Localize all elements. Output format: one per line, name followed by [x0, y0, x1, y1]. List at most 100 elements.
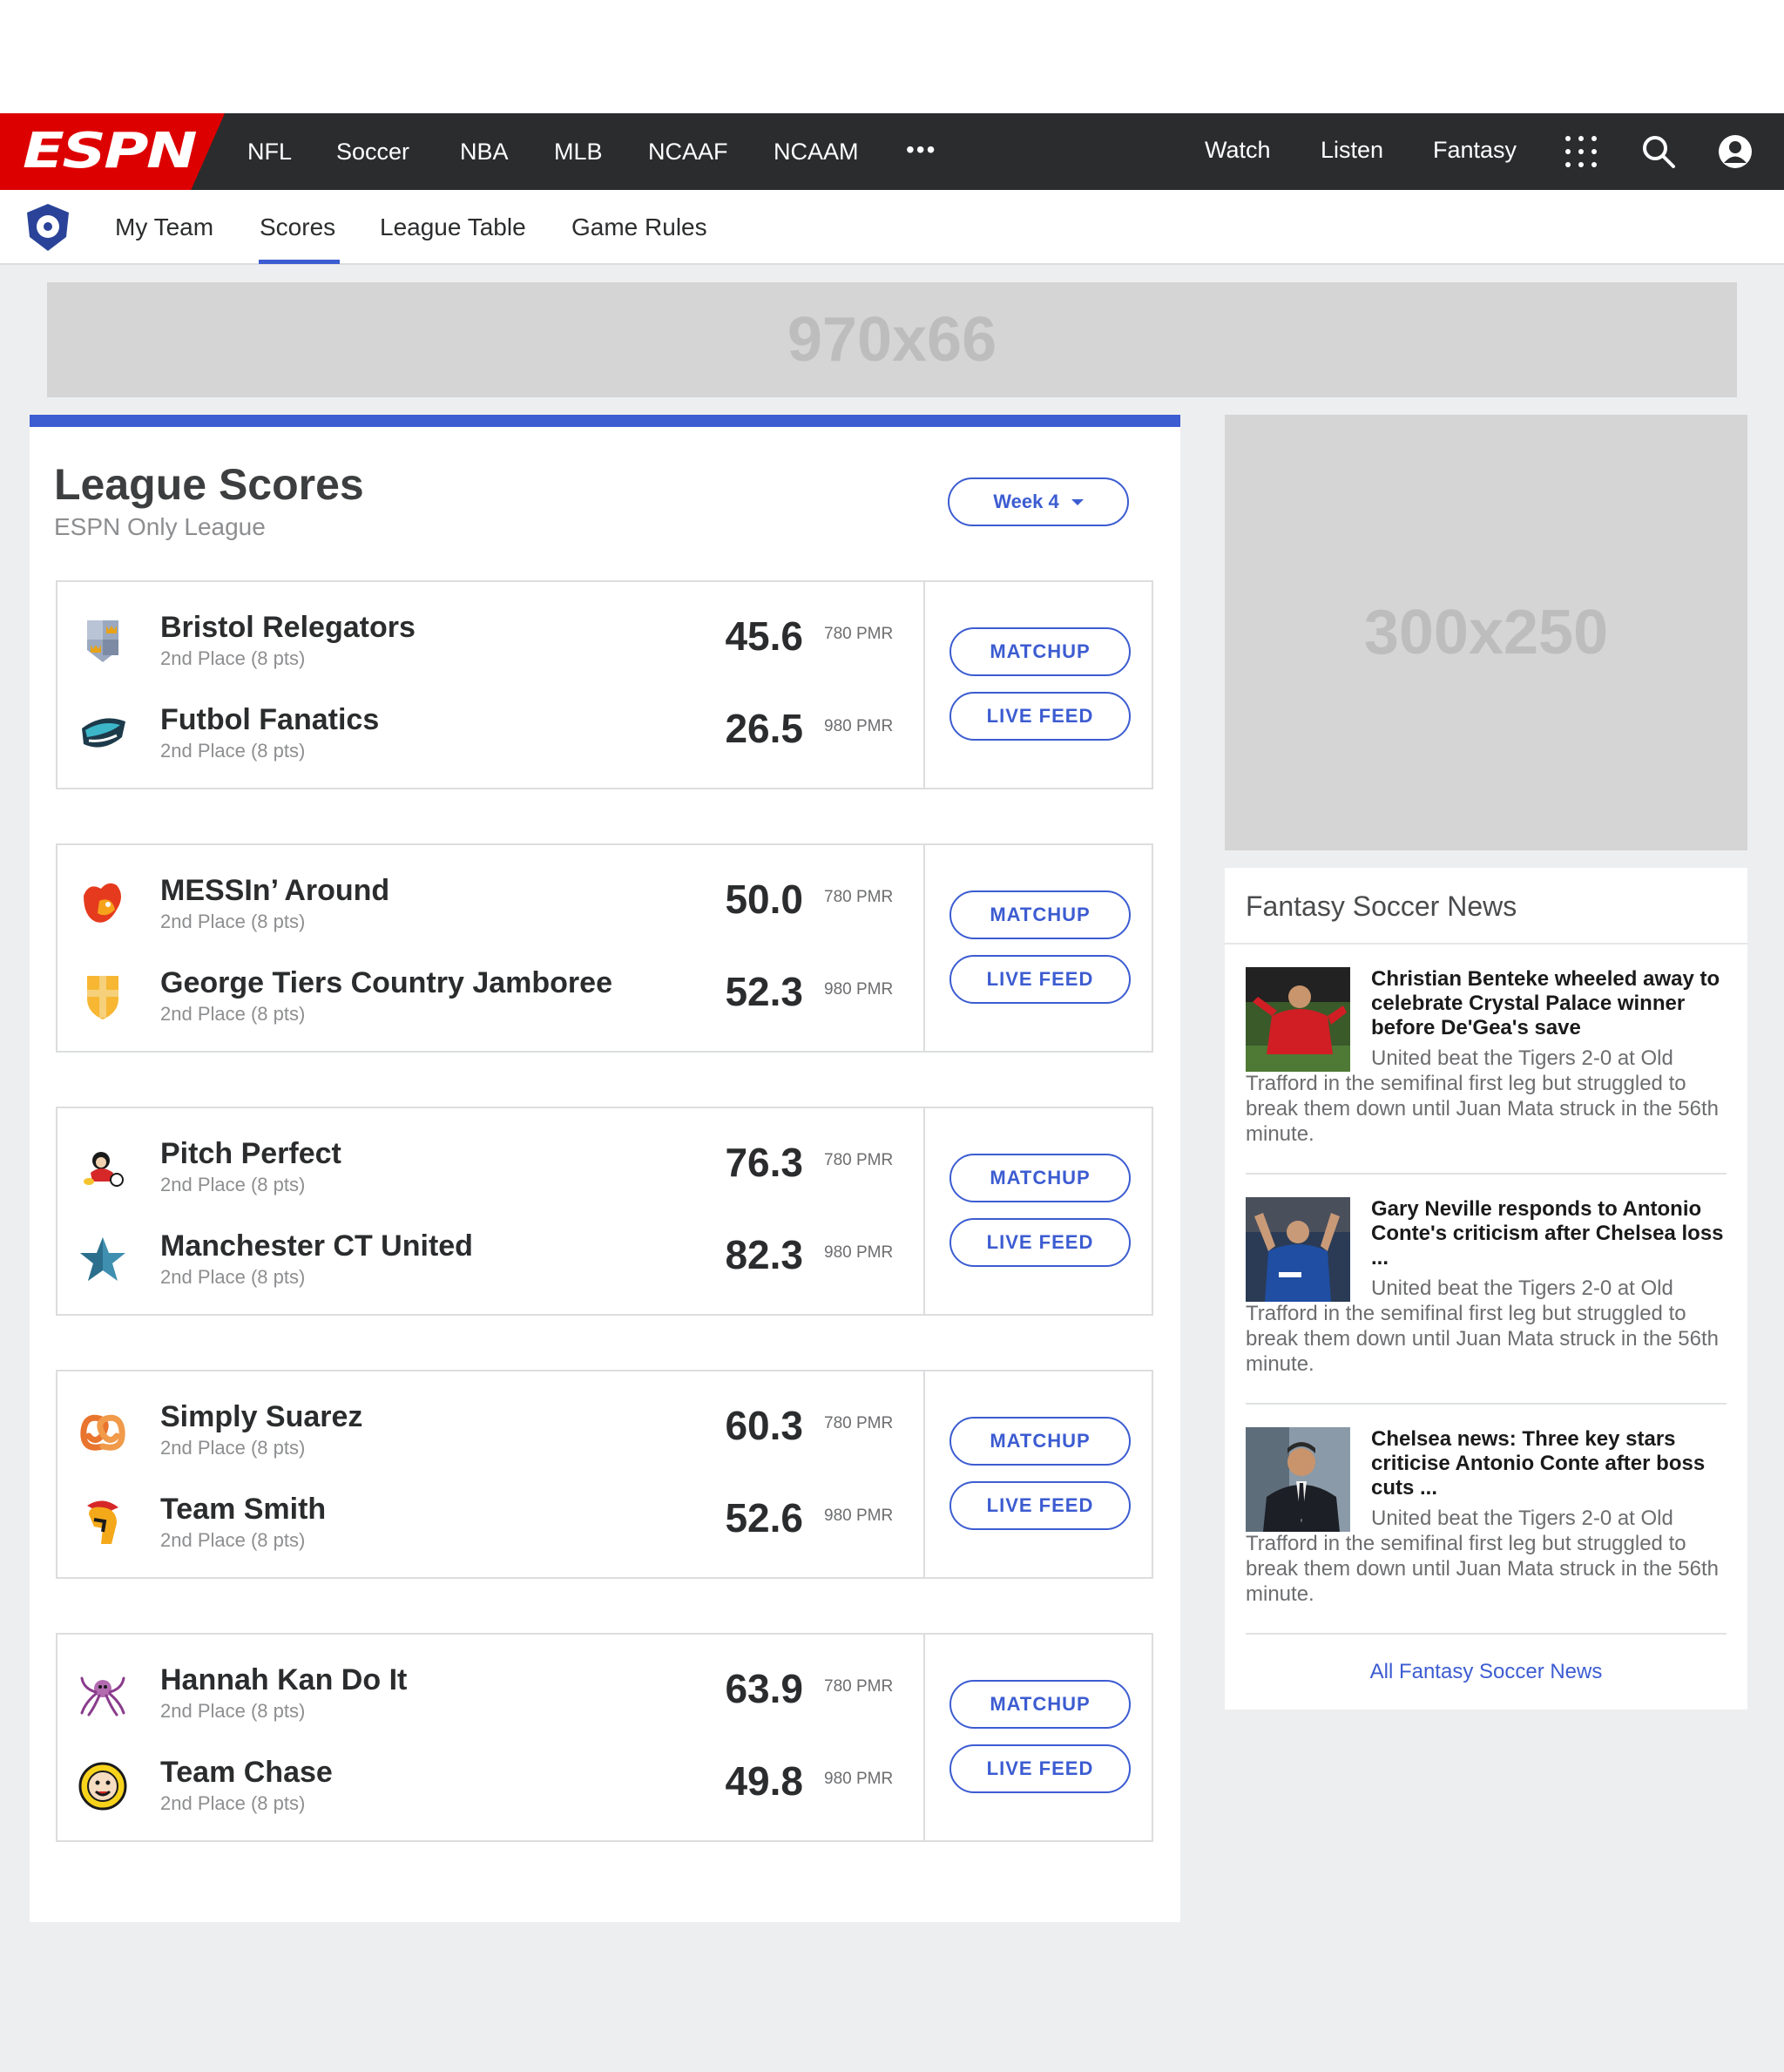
matchup-card: Simply Suarez 2nd Place (8 pts) 60.3 780… [56, 1370, 1153, 1579]
espn-logo[interactable]: ESPN [0, 113, 225, 190]
tab-league-table[interactable]: League Table [380, 213, 526, 242]
nav-item-soccer[interactable]: Soccer [336, 136, 409, 167]
team-row[interactable]: Simply Suarez 2nd Place (8 pts) 60.3 780… [57, 1394, 923, 1464]
news-headline[interactable]: Chelsea news: Three key stars criticise … [1371, 1427, 1727, 1500]
team-pmr: 780 PMR [824, 625, 894, 643]
ad-box-side[interactable]: 300x250 [1225, 415, 1747, 850]
team-row[interactable]: Bristol Relegators 2nd Place (8 pts) 45.… [57, 605, 923, 674]
nav-watch[interactable]: Watch [1205, 134, 1271, 166]
card-divider [923, 582, 925, 788]
nav-item-mlb[interactable]: MLB [554, 136, 603, 167]
main-nav: ESPN NFL Soccer NBA MLB NCAAF NCAAM ••• … [0, 113, 1784, 190]
team-name: Futbol Fanatics [160, 703, 380, 736]
apps-grid-icon[interactable] [1565, 136, 1597, 167]
matchup-button[interactable]: MATCHUP [949, 627, 1131, 676]
team-name: Pitch Perfect [160, 1137, 341, 1170]
team-score: 82.3 [725, 1232, 803, 1277]
team-pmr: 980 PMR [824, 1243, 894, 1262]
card-divider [923, 1371, 925, 1577]
league-badge-icon[interactable] [23, 202, 73, 253]
team-pmr: 980 PMR [824, 1507, 894, 1525]
more-sports-button[interactable]: ••• [906, 132, 936, 167]
all-news-link[interactable]: All Fantasy Soccer News [1225, 1659, 1747, 1685]
nav-item-ncaaf[interactable]: NCAAF [648, 136, 728, 167]
team-row[interactable]: Hannah Kan Do It 2nd Place (8 pts) 63.9 … [57, 1657, 923, 1727]
team-pmr: 780 PMR [824, 1414, 894, 1432]
matchup-card: MESSIn’ Around 2nd Place (8 pts) 50.0 78… [56, 843, 1153, 1053]
team-standing: 2nd Place (8 pts) [160, 1266, 306, 1288]
matchup-card: Pitch Perfect 2nd Place (8 pts) 76.3 780… [56, 1107, 1153, 1316]
chevron-down-icon [1071, 498, 1084, 505]
live-feed-button[interactable]: LIVE FEED [949, 1481, 1131, 1530]
matchup-button[interactable]: MATCHUP [949, 1680, 1131, 1729]
matchup-button[interactable]: MATCHUP [949, 890, 1131, 939]
team-standing: 2nd Place (8 pts) [160, 1437, 306, 1459]
league-name: ESPN Only League [54, 513, 266, 540]
tab-my-team[interactable]: My Team [115, 213, 213, 242]
week-dropdown[interactable]: Week 4 [948, 477, 1129, 526]
team-pmr: 780 PMR [824, 1151, 894, 1169]
team-score: 50.0 [725, 877, 803, 922]
team-name: MESSIn’ Around [160, 874, 390, 907]
team-standing: 2nd Place (8 pts) [160, 1700, 306, 1722]
matchup-button[interactable]: MATCHUP [949, 1154, 1131, 1202]
nav-item-ncaam[interactable]: NCAAM [774, 136, 859, 167]
live-feed-button[interactable]: LIVE FEED [949, 692, 1131, 741]
nav-listen[interactable]: Listen [1321, 134, 1383, 166]
team-row[interactable]: Manchester CT United 2nd Place (8 pts) 8… [57, 1223, 923, 1293]
news-item[interactable]: Chelsea news: Three key stars criticise … [1246, 1427, 1727, 1610]
news-item[interactable]: Christian Benteke wheeled away to celebr… [1246, 967, 1727, 1150]
tab-game-rules[interactable]: Game Rules [571, 213, 707, 242]
logo-text: ESPN [23, 123, 198, 179]
team-score: 49.8 [725, 1758, 803, 1804]
cross-shield-icon [87, 976, 118, 1019]
team-standing: 2nd Place (8 pts) [160, 1792, 306, 1814]
team-name: Team Chase [160, 1756, 333, 1789]
dolphin-icon [82, 718, 125, 748]
team-standing: 2nd Place (8 pts) [160, 911, 306, 932]
news-item[interactable]: Gary Neville responds to Antonio Conte's… [1246, 1197, 1727, 1380]
team-row[interactable]: Pitch Perfect 2nd Place (8 pts) 76.3 780… [57, 1131, 923, 1201]
octopus-icon [80, 1676, 125, 1717]
nav-item-nfl[interactable]: NFL [247, 136, 292, 167]
divider [1246, 1403, 1727, 1405]
fantasy-news-panel: Fantasy Soccer News Christian Benteke wh… [1225, 868, 1747, 1710]
page-title: League Scores [54, 460, 364, 509]
top-blank-area [0, 0, 1784, 113]
card-divider [923, 1108, 925, 1314]
search-icon[interactable] [1641, 134, 1676, 169]
team-row[interactable]: George Tiers Country Jamboree 2nd Place … [57, 960, 923, 1030]
live-feed-button[interactable]: LIVE FEED [949, 1218, 1131, 1267]
team-standing: 2nd Place (8 pts) [160, 740, 306, 762]
team-standing: 2nd Place (8 pts) [160, 647, 306, 669]
ad-banner-top[interactable]: 970x66 [47, 282, 1737, 397]
tab-scores[interactable]: Scores [260, 213, 335, 242]
team-standing: 2nd Place (8 pts) [160, 1003, 306, 1025]
team-standing: 2nd Place (8 pts) [160, 1529, 306, 1551]
divider [1246, 1633, 1727, 1635]
team-row[interactable]: Team Chase 2nd Place (8 pts) 49.8 980 PM… [57, 1750, 923, 1819]
nav-item-nba[interactable]: NBA [460, 136, 509, 167]
team-score: 45.6 [725, 613, 803, 659]
news-headline[interactable]: Gary Neville responds to Antonio Conte's… [1371, 1197, 1727, 1270]
matchup-card: Hannah Kan Do It 2nd Place (8 pts) 63.9 … [56, 1633, 1153, 1842]
team-row[interactable]: Team Smith 2nd Place (8 pts) 52.6 980 PM… [57, 1486, 923, 1556]
face-badge-icon [78, 1762, 127, 1811]
user-profile-icon[interactable] [1718, 134, 1753, 169]
matchup-card: Bristol Relegators 2nd Place (8 pts) 45.… [56, 580, 1153, 789]
team-standing: 2nd Place (8 pts) [160, 1174, 306, 1195]
divider [1225, 943, 1747, 945]
matchup-button[interactable]: MATCHUP [949, 1417, 1131, 1466]
nav-fantasy[interactable]: Fantasy [1433, 134, 1517, 166]
news-summary: United beat the Tigers 2-0 at Old Traffo… [1246, 1046, 1719, 1146]
league-scores-panel: League Scores ESPN Only League Week 4 Br… [30, 415, 1180, 1922]
team-name: Simply Suarez [160, 1400, 363, 1433]
live-feed-button[interactable]: LIVE FEED [949, 955, 1131, 1004]
team-row[interactable]: MESSIn’ Around 2nd Place (8 pts) 50.0 78… [57, 868, 923, 938]
team-pmr: 980 PMR [824, 980, 894, 999]
team-name: Bristol Relegators [160, 611, 416, 644]
live-feed-button[interactable]: LIVE FEED [949, 1744, 1131, 1793]
news-headline[interactable]: Christian Benteke wheeled away to celebr… [1371, 967, 1727, 1040]
team-row[interactable]: Futbol Fanatics 2nd Place (8 pts) 26.5 9… [57, 697, 923, 767]
card-divider [923, 845, 925, 1051]
